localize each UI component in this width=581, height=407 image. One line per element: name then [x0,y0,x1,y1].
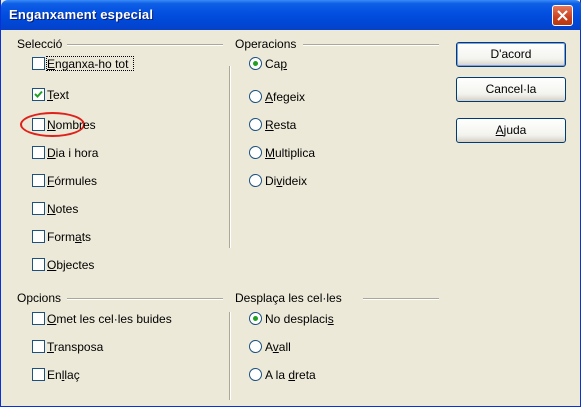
radio-divide[interactable] [249,174,262,187]
checkbox-paste-all[interactable] [32,57,45,70]
checkbox-notes-label[interactable]: Notes [47,202,78,216]
checkbox-numbers[interactable] [32,118,45,131]
radio-subtract-label[interactable]: Resta [265,118,296,132]
checkbox-notes[interactable] [32,202,45,215]
radio-shift-down-label[interactable]: Avall [265,340,291,354]
checkbox-formats[interactable] [32,230,45,243]
help-button[interactable]: Ajuda [456,118,566,143]
radio-add-label[interactable]: Afegeix [265,90,305,104]
operacions-group-label: Operacions [235,37,297,51]
checkbox-date-time-label[interactable]: Dia i hora [47,146,98,160]
radio-multiply-label[interactable]: Multiplica [265,146,315,160]
checkbox-date-time[interactable] [32,146,45,159]
checkbox-formulas[interactable] [32,174,45,187]
radio-none[interactable] [249,57,262,70]
ok-button[interactable]: D'acord [456,42,566,67]
operacions-separator [303,44,439,46]
opcions-group-label: Opcions [17,291,62,305]
radio-no-shift[interactable] [249,312,262,325]
checkbox-numbers-label[interactable]: Nombres [47,118,96,132]
radio-divide-label[interactable]: Divideix [265,174,307,188]
checkbox-skip-empty-label[interactable]: Omet les cel·les buides [47,312,172,326]
checkbox-objects[interactable] [32,258,45,271]
checkbox-text-label[interactable]: Text [47,88,69,102]
radio-subtract[interactable] [249,118,262,131]
close-button[interactable] [552,5,573,26]
radio-selected-dot [253,316,258,321]
radio-no-shift-label[interactable]: No desplacis [265,312,334,326]
checkbox-skip-empty[interactable] [32,312,45,325]
window-title: Enganxament especial [9,7,154,22]
checkbox-transpose[interactable] [32,340,45,353]
checkbox-objects-label[interactable]: Objectes [47,258,94,272]
paste-special-dialog: Enganxament especial Selecció Enganxa-ho… [0,0,581,407]
opcions-separator [67,298,223,300]
checkbox-formats-label[interactable]: Formats [47,230,91,244]
dialog-body: Selecció Enganxa-ho tot Text Nombres Dia… [1,30,580,406]
checkbox-link[interactable] [32,368,45,381]
radio-shift-right-label[interactable]: A la dreta [265,368,316,382]
radio-shift-right[interactable] [249,368,262,381]
radio-shift-down[interactable] [249,340,262,353]
checkbox-formulas-label[interactable]: Fórmules [47,174,97,188]
desplaca-separator [363,298,439,300]
desplaca-group-label: Desplaça les cel·les [235,291,342,305]
checkbox-transpose-label[interactable]: Transposa [47,340,103,354]
vertical-separator-bottom [229,312,231,400]
checkbox-link-label[interactable]: Enllaç [47,368,80,382]
radio-selected-dot [253,61,258,66]
focus-rect [46,56,134,71]
cancel-button[interactable]: Cancel·la [456,77,566,102]
radio-multiply[interactable] [249,146,262,159]
checkbox-text[interactable] [32,88,45,101]
seleccio-group-label: Selecció [17,37,63,51]
title-bar[interactable]: Enganxament especial [1,0,581,30]
radio-none-label[interactable]: Cap [265,57,287,71]
seleccio-separator [67,44,223,46]
radio-add[interactable] [249,90,262,103]
vertical-separator-top [229,66,231,248]
